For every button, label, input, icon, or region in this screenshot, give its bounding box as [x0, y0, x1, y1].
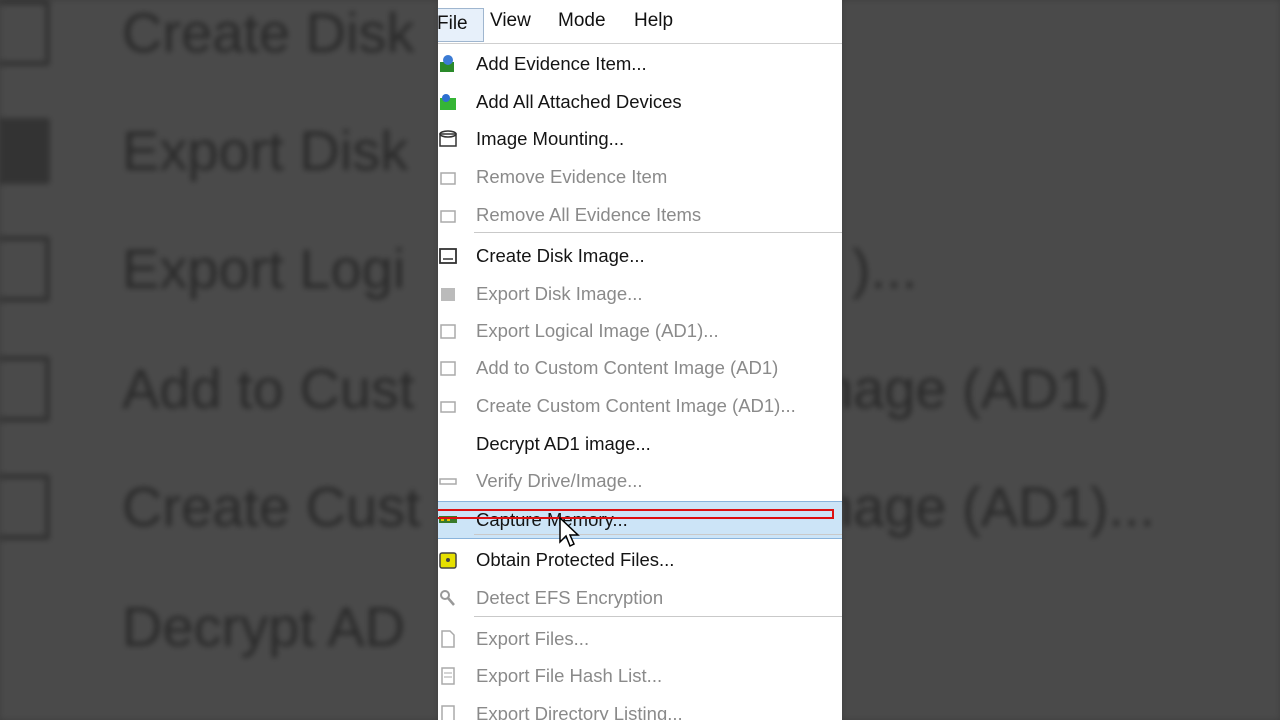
menu-item-obtain-protected-files[interactable]: Obtain Protected Files...	[438, 542, 842, 578]
menu-item-label: Export Directory Listing...	[476, 703, 683, 720]
menu-mode-label: Mode	[558, 10, 606, 31]
create-disk-image-icon	[438, 246, 458, 266]
background-row: Export Disk	[122, 119, 409, 182]
remove-all-icon	[438, 205, 458, 225]
background-right-panel: )... nage (AD1) nage (AD1)...	[842, 0, 1280, 720]
background-row: Create Cust	[122, 475, 421, 538]
add-evidence-icon	[438, 54, 458, 74]
application-window: File View Mode Help Add Evidence Item...…	[438, 0, 842, 720]
obtain-files-icon	[438, 550, 458, 570]
menu-item-label: Export File Hash List...	[476, 665, 663, 686]
verify-drive-icon	[438, 471, 458, 491]
menu-item-verify-drive-image[interactable]: Verify Drive/Image...	[438, 463, 842, 499]
menu-item-detect-efs-encryption[interactable]: Detect EFS Encryption	[438, 580, 842, 616]
add-custom-content-icon	[438, 358, 458, 378]
export-directory-icon	[438, 704, 458, 720]
disk-icon	[0, 356, 50, 422]
disk-icon	[0, 0, 50, 66]
menu-item-label: Export Disk Image...	[476, 283, 643, 304]
create-custom-content-icon	[438, 396, 458, 416]
background-row: Add to Cust	[122, 357, 415, 420]
menu-file[interactable]: File	[438, 8, 484, 42]
menu-file-label: File	[438, 13, 468, 34]
menu-item-remove-evidence-item[interactable]: Remove Evidence Item	[438, 159, 842, 195]
export-files-icon	[438, 629, 458, 649]
menu-item-export-directory-listing[interactable]: Export Directory Listing...	[438, 696, 842, 720]
export-hash-icon	[438, 666, 458, 686]
menu-item-label: Create Custom Content Image (AD1)...	[476, 395, 796, 416]
image-mount-icon	[438, 129, 458, 149]
add-devices-icon	[438, 92, 458, 112]
background-row: )...	[852, 237, 918, 300]
background-row: Create Disk	[122, 1, 415, 64]
menu-item-label: Image Mounting...	[476, 128, 625, 149]
background-row: nage (AD1)	[842, 357, 1109, 420]
menu-mode[interactable]: Mode	[552, 6, 612, 36]
menu-item-label: Add All Attached Devices	[476, 91, 682, 112]
background-row: nage (AD1)...	[842, 475, 1156, 538]
menu-item-label: Add to Custom Content Image (AD1)	[476, 357, 779, 378]
remove-evidence-icon	[438, 167, 458, 187]
menu-item-image-mounting[interactable]: Image Mounting...	[438, 121, 842, 157]
background-left-panel: Create Disk Export Disk Export Logi Add …	[0, 0, 438, 720]
menu-item-label: Remove Evidence Item	[476, 166, 668, 187]
menu-item-add-evidence-item[interactable]: Add Evidence Item...	[438, 46, 842, 82]
red-annotation-box	[438, 509, 834, 519]
menu-bar: File View Mode Help	[438, 0, 842, 44]
menu-item-label: Detect EFS Encryption	[476, 587, 664, 608]
menu-item-label: Verify Drive/Image...	[476, 470, 643, 491]
disk-icon	[0, 236, 50, 302]
menu-view[interactable]: View	[484, 6, 537, 36]
menu-item-export-disk-image[interactable]: Export Disk Image...	[438, 276, 842, 312]
export-logical-image-icon	[438, 321, 458, 341]
menu-item-label: Decrypt AD1 image...	[476, 433, 651, 454]
menu-item-create-disk-image[interactable]: Create Disk Image...	[438, 238, 842, 274]
menu-item-label: Export Files...	[476, 628, 590, 649]
menu-separator	[474, 534, 842, 535]
menu-item-remove-all-evidence-items[interactable]: Remove All Evidence Items	[438, 197, 842, 233]
menu-item-add-all-attached-devices[interactable]: Add All Attached Devices	[438, 84, 842, 120]
detect-efs-icon	[438, 588, 458, 608]
export-disk-image-icon	[438, 284, 458, 304]
mouse-cursor-icon	[558, 516, 580, 555]
background-row: Decrypt AD	[122, 595, 406, 658]
save-icon	[0, 118, 50, 184]
menu-help[interactable]: Help	[628, 6, 679, 36]
file-menu-dropdown: Add Evidence Item... Add All Attached Dev…	[438, 44, 842, 720]
menu-item-label: Create Disk Image...	[476, 245, 645, 266]
menu-item-label: Add Evidence Item...	[476, 53, 647, 74]
menu-item-add-to-custom-content-image-ad1[interactable]: Add to Custom Content Image (AD1)	[438, 350, 842, 386]
menu-item-label: Remove All Evidence Items	[476, 204, 702, 225]
background-row: Export Logi	[122, 237, 406, 300]
menu-view-label: View	[490, 10, 531, 31]
menu-item-export-file-hash-list[interactable]: Export File Hash List...	[438, 658, 842, 694]
menu-separator	[474, 616, 842, 617]
menu-help-label: Help	[634, 10, 674, 31]
menu-item-export-files[interactable]: Export Files...	[438, 621, 842, 657]
menu-item-decrypt-ad1-image[interactable]: Decrypt AD1 image...	[438, 426, 842, 462]
menu-item-create-custom-content-image-ad1[interactable]: Create Custom Content Image (AD1)...	[438, 388, 842, 424]
disk-icon	[0, 474, 50, 540]
menu-item-label: Export Logical Image (AD1)...	[476, 320, 719, 341]
menu-separator	[474, 232, 842, 233]
menu-item-export-logical-image-ad1[interactable]: Export Logical Image (AD1)...	[438, 313, 842, 349]
